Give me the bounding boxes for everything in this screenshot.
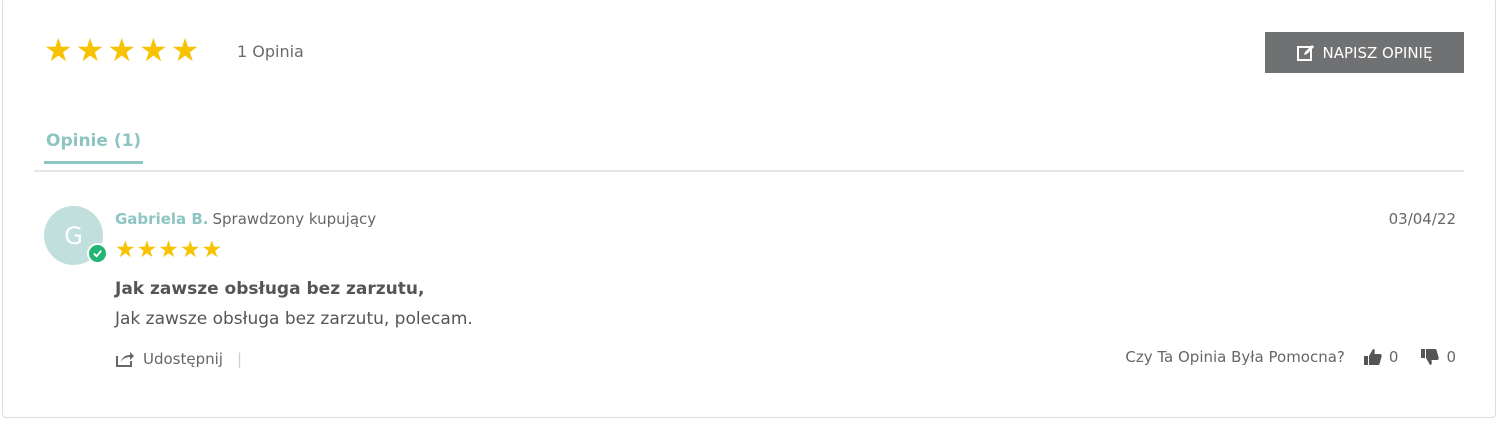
star-icon: ★ bbox=[44, 31, 73, 69]
review-body: Jak zawsze obsługa bez zarzutu, polecam. bbox=[115, 309, 473, 329]
verified-check-icon bbox=[87, 243, 108, 264]
thumbs-up-icon bbox=[1363, 349, 1382, 365]
share-icon bbox=[116, 352, 134, 367]
star-icon: ★ bbox=[179, 237, 201, 263]
review-star-rating: ★ ★ ★ ★ ★ bbox=[115, 237, 222, 263]
tab-reviews[interactable]: Opinie (1) bbox=[44, 131, 144, 164]
star-icon: ★ bbox=[158, 237, 179, 263]
summary-star-rating: ★ ★ ★ ★ ★ bbox=[44, 34, 199, 66]
star-icon: ★ bbox=[115, 237, 136, 263]
verified-buyer-badge: Sprawdzony kupujący bbox=[212, 210, 377, 228]
helpful-question: Czy Ta Opinia Była Pomocna? bbox=[1125, 348, 1345, 366]
star-icon: ★ bbox=[170, 31, 200, 69]
vote-down-button[interactable]: 0 bbox=[1420, 348, 1456, 366]
vote-down-count: 0 bbox=[1446, 348, 1456, 366]
vote-up-button[interactable]: 0 bbox=[1363, 348, 1399, 366]
review-title: Jak zawsze obsługa bez zarzutu, bbox=[115, 279, 425, 299]
thumbs-down-icon bbox=[1421, 349, 1440, 365]
vote-up-count: 0 bbox=[1388, 348, 1399, 366]
star-icon: ★ bbox=[201, 237, 223, 263]
star-icon: ★ bbox=[75, 31, 105, 69]
share-label: Udostępnij bbox=[143, 350, 223, 368]
write-review-button[interactable]: NAPISZ OPINIĘ bbox=[1265, 32, 1464, 73]
share-button[interactable]: Udostępnij | bbox=[115, 350, 242, 368]
edit-icon bbox=[1296, 44, 1314, 61]
review-author-line: Gabriela B. Sprawdzony kupujący bbox=[115, 210, 376, 228]
write-review-label: NAPISZ OPINIĘ bbox=[1322, 43, 1433, 62]
review-count[interactable]: 1 Opinia bbox=[237, 42, 304, 61]
star-icon: ★ bbox=[136, 237, 158, 263]
review-author-name: Gabriela B. bbox=[115, 210, 209, 228]
helpful-votes: Czy Ta Opinia Była Pomocna? 0 0 bbox=[1125, 348, 1456, 366]
share-separator: | bbox=[236, 350, 243, 368]
reviews-widget: ★ ★ ★ ★ ★ 1 Opinia NAPISZ OPINIĘ Opinie … bbox=[2, 0, 1496, 418]
star-icon: ★ bbox=[139, 31, 168, 69]
star-icon: ★ bbox=[107, 31, 137, 69]
review-date: 03/04/22 bbox=[1388, 210, 1456, 228]
tab-divider bbox=[34, 170, 1464, 172]
